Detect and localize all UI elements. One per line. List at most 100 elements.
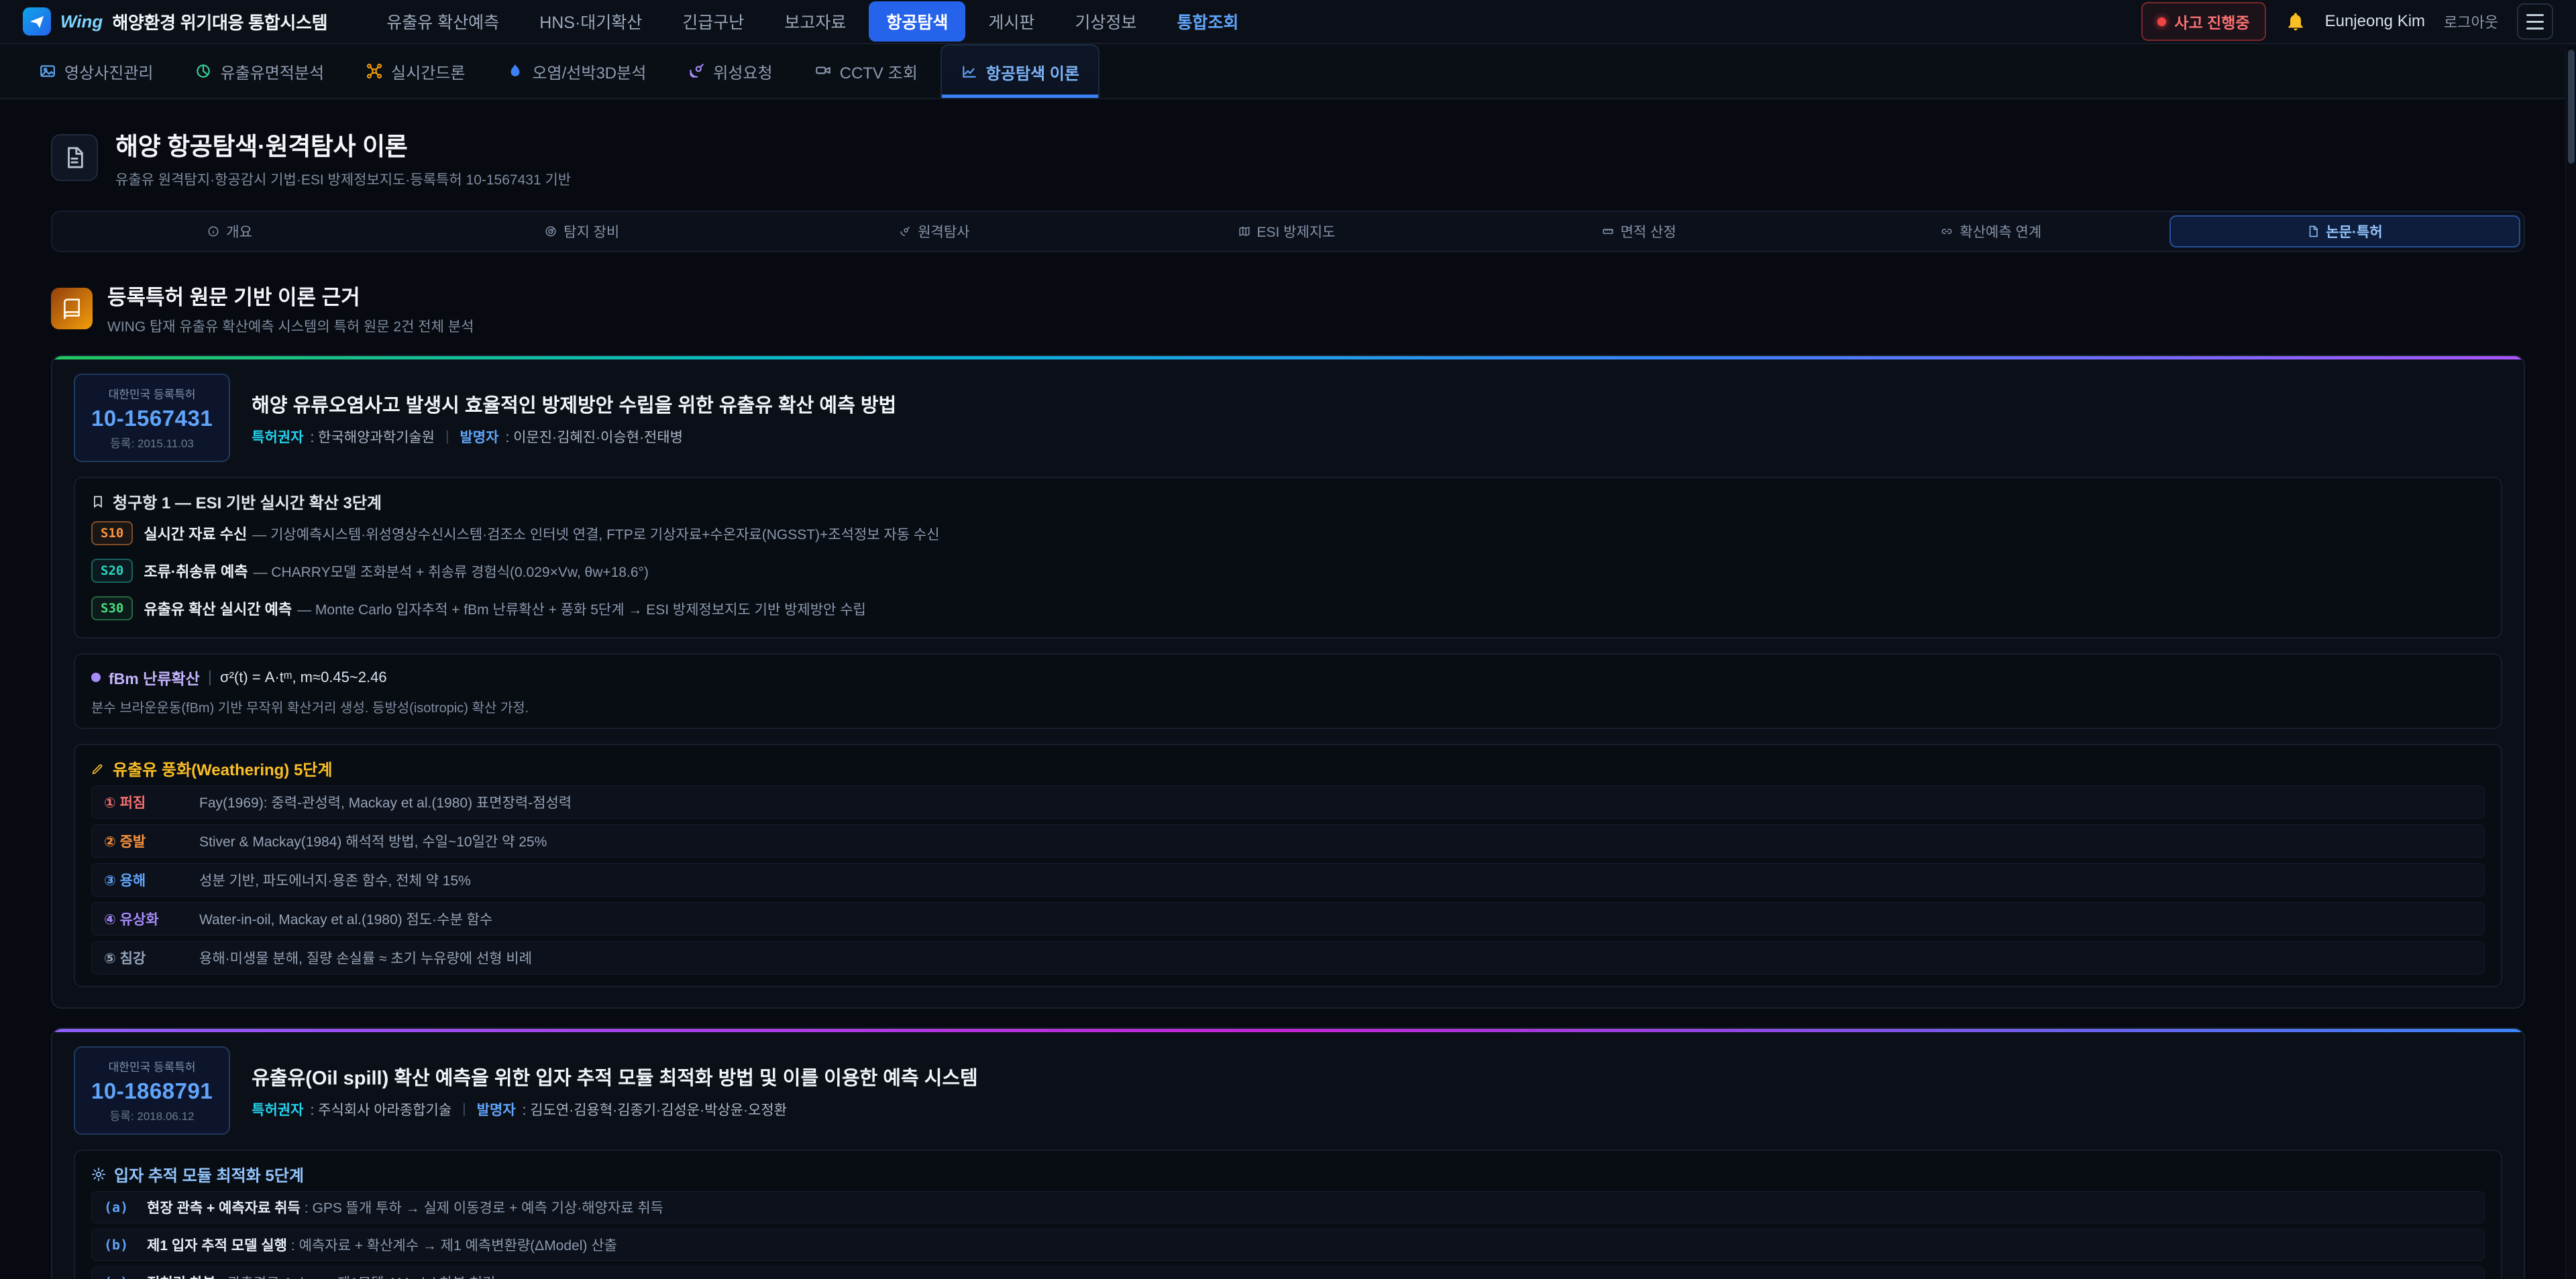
pencil-icon — [91, 762, 105, 775]
nav-item-hns-air-diffusion[interactable]: HNS·대기확산 — [522, 1, 659, 42]
drone-icon — [366, 62, 383, 80]
subtab-label: 실시간드론 — [391, 60, 465, 83]
subtab-realtime-drone[interactable]: 실시간드론 — [347, 44, 484, 98]
page-header: 해양 항공탐색·원격탐사 이론 유출유 원격탐지·항공감시 기법·ESI 방제정… — [51, 126, 2525, 189]
fbm-panel: fBm 난류확산 | σ²(t) = A·tᵐ, m≈0.45~2.46 분수 … — [74, 653, 2502, 729]
satellite-icon — [688, 62, 705, 80]
claim-step-s10: S10 실시간 자료 수신— 기상예측시스템·위성영상수신시스템·검조소 인터넷… — [91, 516, 2485, 551]
subtab-video-photo-management[interactable]: 영상사진관리 — [20, 44, 172, 98]
claims-header: 청구항 1 — ESI 기반 실시간 확산 3단계 — [91, 490, 2485, 513]
patent-number: 10-1567431 — [91, 406, 213, 431]
link-icon — [1941, 225, 1953, 237]
nav-item-integrated-search[interactable]: 통합조회 — [1159, 1, 1256, 42]
subtab-label: 유출유면적분석 — [220, 60, 324, 83]
main-nav: 유출유 확산예측 HNS·대기확산 긴급구난 보고자료 항공탐색 게시판 기상정… — [369, 1, 1256, 42]
radar-icon — [545, 225, 557, 237]
main-content: 해양 항공탐색·원격탐사 이론 유출유 원격탐지·항공감시 기법·ESI 방제정… — [0, 126, 2576, 1279]
patent-title: 해양 유류오염사고 발생시 효율적인 방제방안 수립을 위한 유출유 확산 예측… — [252, 390, 896, 418]
scrollbar-thumb[interactable] — [2568, 50, 2575, 164]
map-icon — [1238, 225, 1250, 237]
patent-card-1567431: 대한민국 등록특허 10-1567431 등록: 2015.11.03 해양 유… — [51, 355, 2525, 1009]
weathering-row-spreading: ① 퍼짐 Fay(1969): 중력-관성력, Mackay et al.(19… — [91, 785, 2485, 819]
nav-item-board[interactable]: 게시판 — [971, 1, 1052, 42]
patent-header: 대한민국 등록특허 10-1868791 등록: 2018.06.12 유출유(… — [74, 1046, 2502, 1135]
incident-dot-icon — [2157, 17, 2166, 26]
tab-papers-patents[interactable]: 논문·특허 — [2169, 215, 2520, 247]
page-title: 해양 항공탐색·원격탐사 이론 — [115, 126, 571, 162]
tab-remote-sensing[interactable]: 원격탐사 — [760, 215, 1108, 247]
patent-number-badge: 대한민국 등록특허 10-1868791 등록: 2018.06.12 — [74, 1046, 230, 1135]
subtab-cctv-view[interactable]: CCTV 조회 — [796, 44, 936, 98]
image-icon — [39, 62, 56, 80]
top-bar: Wing 해양환경 위기대응 통합시스템 유출유 확산예측 HNS·대기확산 긴… — [0, 0, 2576, 44]
top-right-controls: 사고 진행중 Eunjeong Kim 로그아웃 — [2141, 2, 2553, 41]
brand-logo-text: Wing — [60, 11, 103, 32]
fbm-title: fBm 난류확산 — [109, 666, 200, 689]
module-step-a: (a) 현장 관측 + 예측자료 취득: GPS 뜰개 투하 → 실제 이동경로… — [91, 1191, 2485, 1223]
logout-button[interactable]: 로그아웃 — [2444, 11, 2498, 32]
nav-item-oil-spill-prediction[interactable]: 유출유 확산예측 — [369, 1, 517, 42]
gear-icon — [91, 1167, 106, 1182]
nav-item-emergency-rescue[interactable]: 긴급구난 — [665, 1, 761, 42]
subtab-label: 오염/선박3D분석 — [532, 60, 646, 83]
module-step-c: (c) 전처리 차분: 관측경로 Δobs ↔ 제1모델 ΔModel 차분 처… — [91, 1266, 2485, 1279]
page-scrollbar[interactable] — [2565, 46, 2576, 1279]
weathering-row-sedimentation: ⑤ 침강 용해·미생물 분해, 질량 손실률 ≈ 초기 누유량에 선형 비례 — [91, 941, 2485, 975]
subtab-satellite-request[interactable]: 위성요청 — [669, 44, 791, 98]
satellite-icon — [899, 225, 911, 237]
weathering-row-evaporation: ② 증발 Stiver & Mackay(1984) 해석적 방법, 수일~10… — [91, 824, 2485, 858]
incident-status-label: 사고 진행중 — [2174, 10, 2249, 33]
subtab-label: 위성요청 — [713, 60, 772, 83]
patent-number-badge: 대한민국 등록특허 10-1567431 등록: 2015.11.03 — [74, 374, 230, 462]
patent-number: 10-1868791 — [91, 1078, 213, 1104]
tab-overview[interactable]: 개요 — [56, 215, 404, 247]
purple-dot-icon — [91, 673, 101, 682]
droplet-icon — [506, 62, 524, 80]
nav-item-weather-info[interactable]: 기상정보 — [1057, 1, 1154, 42]
patent-reg-date: 등록: 2015.11.03 — [91, 434, 213, 451]
user-name: Eunjeong Kim — [2325, 12, 2425, 31]
patent-header: 대한민국 등록특허 10-1567431 등록: 2015.11.03 해양 유… — [74, 374, 2502, 462]
module-step-b: (b) 제1 입자 추적 모델 실행: 예측자료 + 확산계수 → 제1 예측변… — [91, 1229, 2485, 1261]
tab-esi-map[interactable]: ESI 방제지도 — [1112, 215, 1460, 247]
section-subtitle: WING 탑재 유출유 확산예측 시스템의 특허 원문 2건 전체 분석 — [107, 316, 474, 336]
subtab-aerial-search-theory[interactable]: 항공탐색 이론 — [941, 44, 1099, 98]
brand: Wing 해양환경 위기대응 통합시스템 — [23, 7, 327, 36]
nav-item-aerial-search[interactable]: 항공탐색 — [869, 1, 965, 42]
subtab-oil-area-analysis[interactable]: 유출유면적분석 — [176, 44, 343, 98]
subtab-pollution-ship-3d[interactable]: 오염/선박3D분석 — [488, 44, 665, 98]
theory-tab-bar: 개요 탐지 장비 원격탐사 ESI 방제지도 면적 산정 확산예측 연계 논문·… — [51, 211, 2525, 252]
nav-item-reports[interactable]: 보고자료 — [767, 1, 863, 42]
page-subtitle: 유출유 원격탐지·항공감시 기법·ESI 방제정보지도·등록특허 10-1567… — [115, 169, 571, 189]
app-title: 해양환경 위기대응 통합시스템 — [112, 9, 327, 34]
patent-reg-date: 등록: 2018.06.12 — [91, 1107, 213, 1123]
notification-bell-icon[interactable] — [2285, 11, 2306, 32]
section-header: 등록특허 원문 기반 이론 근거 WING 탑재 유출유 확산예측 시스템의 특… — [51, 280, 2525, 336]
hamburger-menu-button[interactable] — [2517, 3, 2553, 40]
cctv-camera-icon — [814, 62, 832, 80]
subtab-label: CCTV 조회 — [840, 60, 918, 83]
section-title: 등록특허 원문 기반 이론 근거 — [107, 280, 474, 311]
patent-meta: 특허권자 : 한국해양과학기술원 | 발명자 : 이문진·김혜진·이승현·전태병 — [252, 427, 896, 447]
tab-detection-equipment[interactable]: 탐지 장비 — [408, 215, 756, 247]
claim-step-s30: S30 유출유 확산 실시간 예측— Monte Carlo 입자추적 + fB… — [91, 591, 2485, 626]
tab-diffusion-link[interactable]: 확산예측 연계 — [1817, 215, 2165, 247]
book-icon — [51, 288, 93, 329]
weathering-row-emulsification: ④ 유상화 Water-in-oil, Mackay et al.(1980) … — [91, 902, 2485, 936]
patent-card-1868791: 대한민국 등록특허 10-1868791 등록: 2018.06.12 유출유(… — [51, 1027, 2525, 1279]
document-icon — [2307, 225, 2319, 237]
patent-meta: 특허권자 : 주식회사 아라종합기술 | 발명자 : 김도연·김용혁·김종기·김… — [252, 1099, 978, 1119]
weathering-row-dissolution: ③ 용해 성분 기반, 파도에너지·용존 함수, 전체 약 15% — [91, 863, 2485, 897]
claim-step-s20: S20 조류·취송류 예측— CHARRY모델 조화분석 + 취송류 경험식(0… — [91, 553, 2485, 588]
subtab-label: 영상사진관리 — [64, 60, 153, 83]
fbm-formula: σ²(t) = A·tᵐ, m≈0.45~2.46 — [220, 669, 387, 686]
page-document-icon — [51, 134, 98, 181]
module-optimization-panel: 입자 추적 모듈 최적화 5단계 (a) 현장 관측 + 예측자료 취득: GP… — [74, 1150, 2502, 1279]
theory-chart-icon — [961, 63, 978, 80]
incident-status-badge[interactable]: 사고 진행중 — [2141, 2, 2265, 41]
ruler-icon — [1602, 225, 1614, 237]
weathering-header: 유출유 풍화(Weathering) 5단계 — [91, 757, 2485, 780]
tab-area-calculation[interactable]: 면적 산정 — [1465, 215, 1813, 247]
sub-nav: 영상사진관리 유출유면적분석 실시간드론 오염/선박3D분석 위성요청 CCTV… — [0, 44, 2576, 99]
claims-panel: 청구항 1 — ESI 기반 실시간 확산 3단계 S10 실시간 자료 수신—… — [74, 477, 2502, 638]
